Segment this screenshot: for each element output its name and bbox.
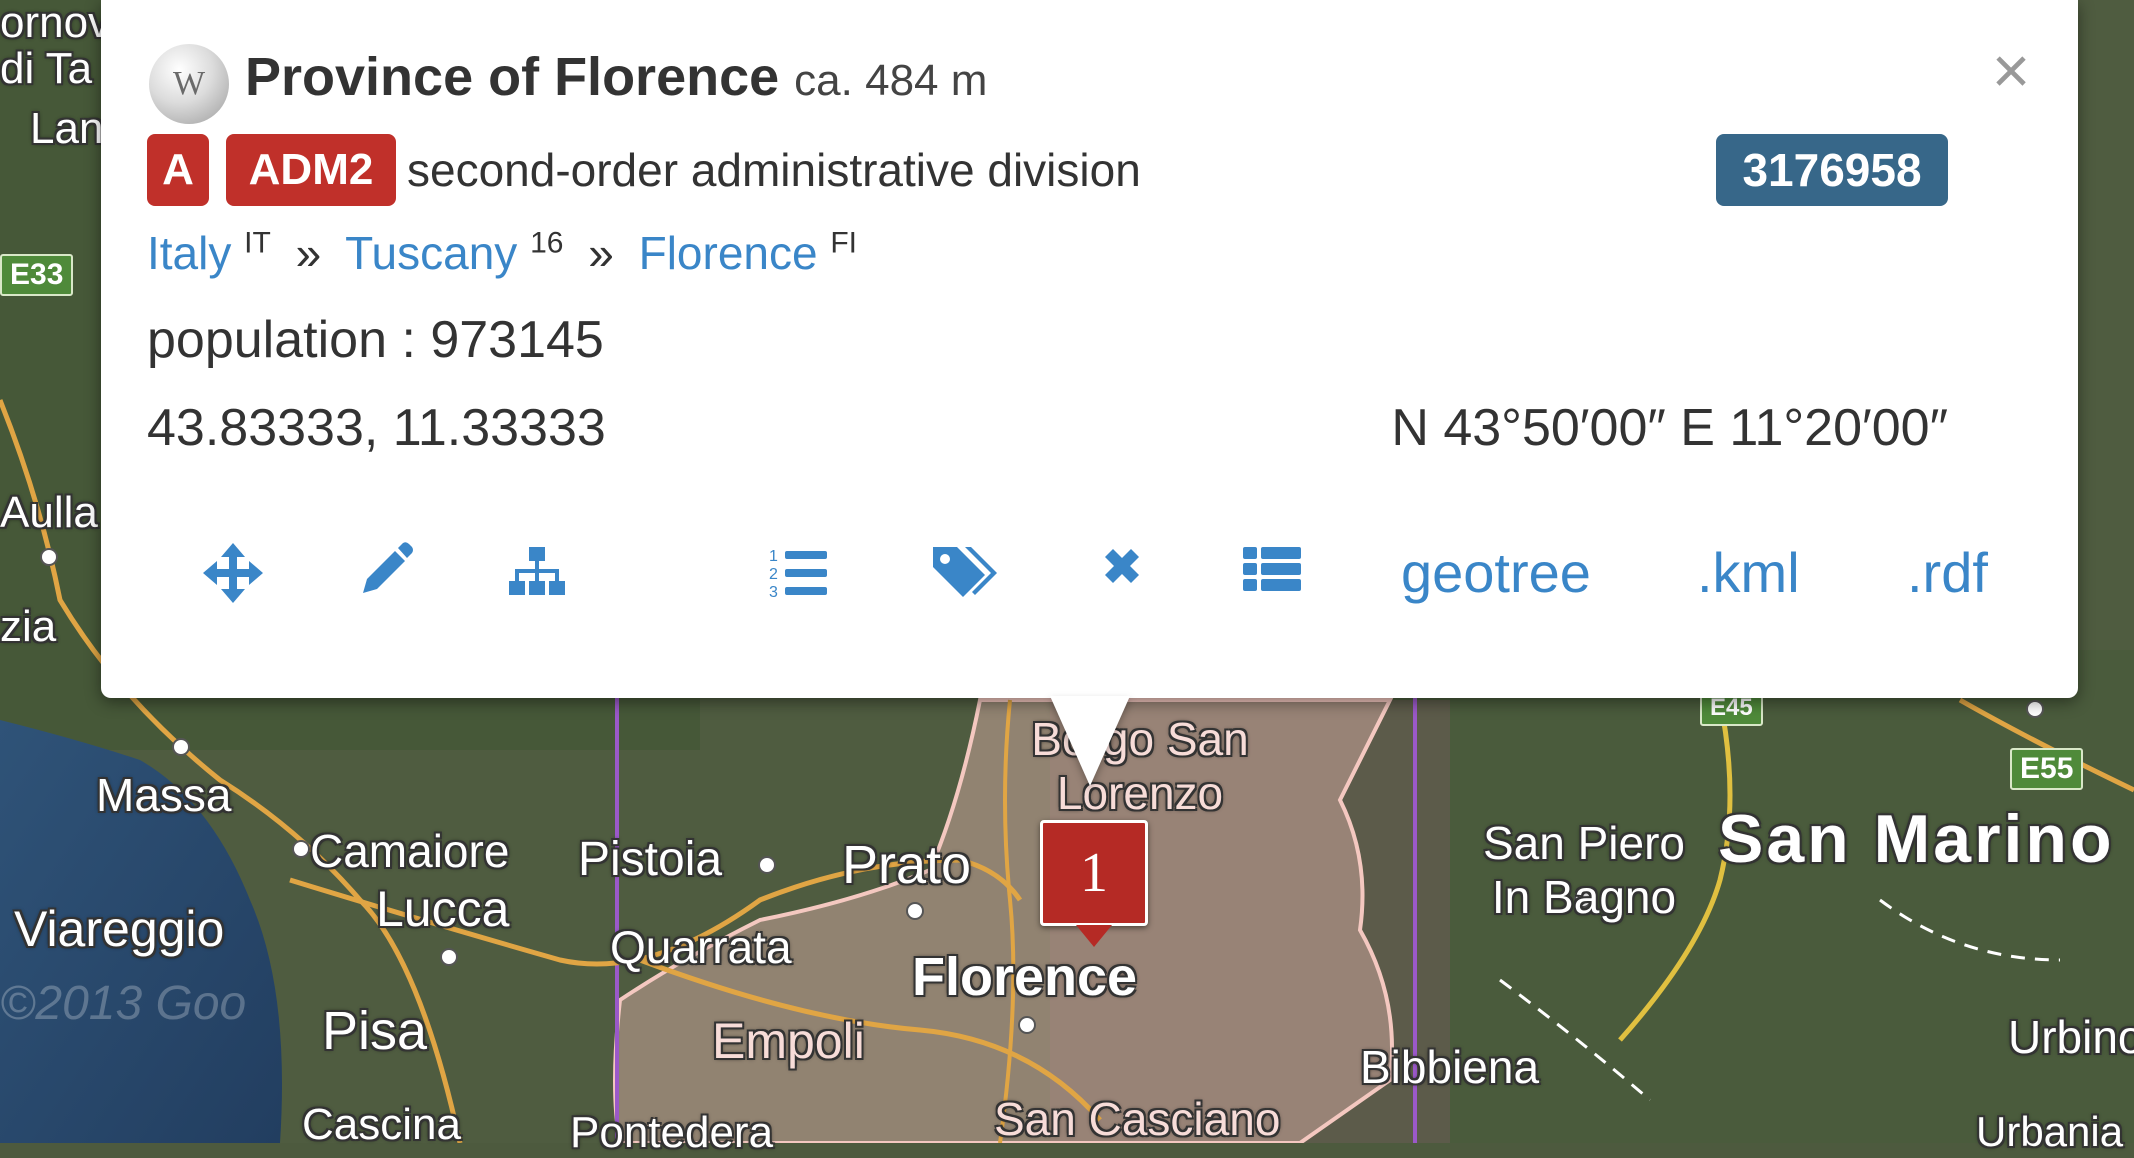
breadcrumb-link-region[interactable]: Tuscany — [345, 227, 517, 279]
svg-text:1: 1 — [769, 548, 778, 565]
city-dot — [40, 548, 58, 566]
breadcrumb-separator: » — [295, 227, 322, 279]
road-shield-e33: E33 — [0, 254, 74, 296]
city-dot — [440, 948, 458, 966]
map-label-empoli: Empoli — [712, 1013, 865, 1069]
feature-class-badge: A — [147, 134, 209, 206]
breadcrumb-link-country[interactable]: Italy — [147, 227, 231, 279]
breadcrumb-code: IT — [244, 226, 271, 260]
geotree-link[interactable]: geotree — [1401, 533, 1591, 613]
place-elevation: ca. 484 m — [794, 56, 988, 105]
map-label-quarrata: Quarrata — [610, 921, 792, 973]
map-label-pistoia: Pistoia — [578, 833, 723, 886]
tag-icon[interactable] — [927, 533, 997, 613]
decimal-coordinates: 43.83333, 11.33333 — [147, 399, 606, 457]
popup-pointer — [1050, 696, 1130, 786]
geoname-id-badge[interactable]: 3176958 — [1716, 134, 1948, 206]
city-dot — [906, 902, 924, 920]
hierarchy-icon[interactable] — [505, 533, 569, 613]
dms-coordinates: N 43°50′00″ E 11°20′00″ — [1391, 399, 1948, 457]
map-label-urbania: Urbania — [1976, 1108, 2124, 1155]
map-label-aulla: Aulla — [0, 488, 98, 537]
city-dot — [758, 856, 776, 874]
list-icon[interactable] — [1241, 533, 1303, 613]
breadcrumb-link-province[interactable]: Florence — [639, 227, 818, 279]
place-name: Province of Florence — [245, 47, 780, 107]
delete-icon[interactable] — [1097, 533, 1147, 613]
city-dot — [172, 738, 190, 756]
map-label-san-piero: San Piero In Bagno — [1482, 817, 1685, 923]
map-label-borgo-san-lorenzo: Borgo San Lorenzo — [1031, 713, 1249, 819]
city-dot — [292, 840, 310, 858]
map-label-san-marino: San Marino — [1718, 801, 2115, 877]
svg-text:2: 2 — [769, 566, 778, 583]
move-icon[interactable] — [197, 533, 269, 613]
map-label-lucca: Lucca — [376, 881, 510, 937]
feature-description: second-order administrative division — [407, 144, 1141, 196]
breadcrumb-separator: » — [588, 227, 614, 279]
map-label-san-casciano: San Casciano — [994, 1093, 1281, 1145]
ordered-list-icon[interactable]: 1 2 3 — [767, 533, 831, 613]
kml-link[interactable]: .kml — [1697, 533, 1800, 613]
map-label-bibbiena: Bibbiena — [1360, 1041, 1540, 1093]
rdf-link[interactable]: .rdf — [1907, 533, 1988, 613]
road-shield-e55: E55 — [2010, 748, 2084, 790]
map-label-fornov: ornov — [0, 0, 111, 47]
map-label-prato: Prato — [842, 835, 972, 895]
city-dot — [2026, 700, 2044, 718]
svg-text:3: 3 — [769, 584, 778, 601]
map-label-lan: Lan — [30, 104, 104, 153]
city-dot — [1018, 1016, 1036, 1034]
map-label-di-ta: di Ta — [0, 44, 93, 93]
wikipedia-icon[interactable]: W — [149, 44, 229, 124]
feature-code-badge: ADM2 — [226, 134, 396, 206]
map-label-pisa: Pisa — [322, 1001, 428, 1061]
close-popup-icon[interactable]: × — [1981, 37, 2041, 103]
breadcrumb: Italy IT » Tuscany 16 » Florence FI — [147, 226, 857, 280]
map-label-viareggio: Viareggio — [14, 901, 225, 957]
place-title: Province of Florence ca. 484 m — [245, 46, 987, 108]
map-label-massa: Massa — [96, 769, 232, 821]
map-label-pontedera: Pontedera — [570, 1108, 774, 1157]
map-label-urbino: Urbino — [2008, 1011, 2134, 1063]
map-label-florence: Florence — [912, 947, 1138, 1007]
edit-icon[interactable] — [355, 533, 415, 613]
population-text: population : 973145 — [147, 311, 604, 369]
breadcrumb-code: FI — [830, 226, 858, 260]
map-watermark: ©2013 Goo — [0, 977, 247, 1030]
map-label-zia: zia — [0, 602, 57, 651]
place-info-popup: W Province of Florence ca. 484 m × A ADM… — [101, 0, 2078, 698]
map-marker[interactable]: 1 — [1040, 820, 1148, 947]
breadcrumb-code: 16 — [530, 226, 564, 260]
map-label-camaiore: Camaiore — [310, 825, 510, 877]
